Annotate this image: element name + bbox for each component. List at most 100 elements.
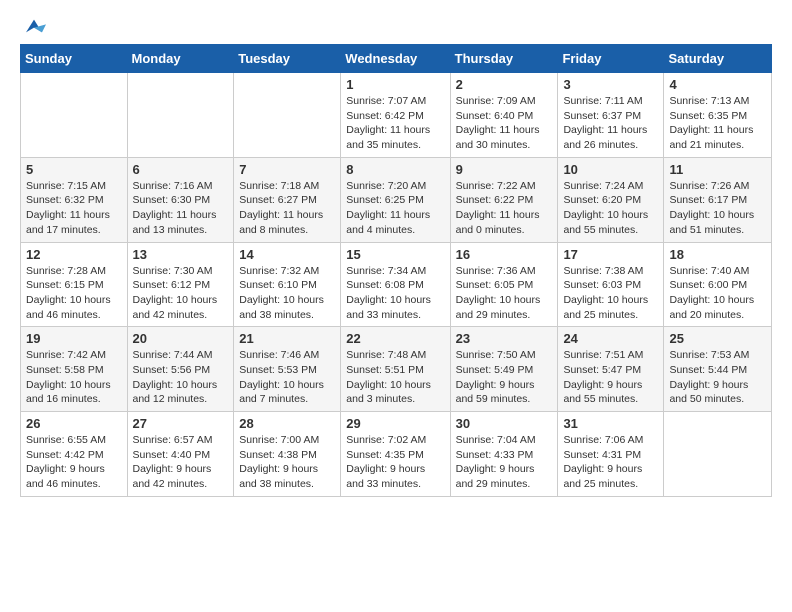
day-info: Sunrise: 7:40 AM Sunset: 6:00 PM Dayligh… [669,264,766,323]
day-info: Sunrise: 7:30 AM Sunset: 6:12 PM Dayligh… [133,264,229,323]
weekday-header-thursday: Thursday [450,45,558,73]
day-info: Sunrise: 7:15 AM Sunset: 6:32 PM Dayligh… [26,179,122,238]
day-info: Sunrise: 7:22 AM Sunset: 6:22 PM Dayligh… [456,179,553,238]
weekday-header-saturday: Saturday [664,45,772,73]
calendar-cell: 19 Sunrise: 7:42 AM Sunset: 5:58 PM Dayli… [21,327,128,412]
calendar-cell: 17Sunrise: 7:38 AM Sunset: 6:03 PM Dayli… [558,242,664,327]
day-number: 2 [456,77,553,92]
day-number: 20 [133,331,229,346]
day-number: 13 [133,247,229,262]
calendar-cell: 13 Sunrise: 7:30 AM Sunset: 6:12 PM Dayli… [127,242,234,327]
day-info: Sunrise: 7:48 AM Sunset: 5:51 PM Dayligh… [346,348,444,407]
calendar-cell: 9 Sunrise: 7:22 AM Sunset: 6:22 PM Daylig… [450,157,558,242]
weekday-header-sunday: Sunday [21,45,128,73]
day-number: 26 [26,416,122,431]
day-number: 30 [456,416,553,431]
calendar-cell: 28 Sunrise: 7:00 AM Sunset: 4:38 PM Dayli… [234,412,341,497]
week-row-1: 5 Sunrise: 7:15 AM Sunset: 6:32 PM Daylig… [21,157,772,242]
day-info: Sunrise: 7:02 AM Sunset: 4:35 PM Dayligh… [346,433,444,492]
day-number: 6 [133,162,229,177]
calendar-cell: 21Sunrise: 7:46 AM Sunset: 5:53 PM Dayli… [234,327,341,412]
day-number: 12 [26,247,122,262]
day-number: 31 [563,416,658,431]
day-info: Sunrise: 7:09 AM Sunset: 6:40 PM Dayligh… [456,94,553,153]
weekday-header-friday: Friday [558,45,664,73]
day-info: Sunrise: 7:36 AM Sunset: 6:05 PM Dayligh… [456,264,553,323]
day-number: 7 [239,162,335,177]
calendar-cell: 15 Sunrise: 7:34 AM Sunset: 6:08 PM Dayli… [341,242,450,327]
calendar-cell: 30 Sunrise: 7:04 AM Sunset: 4:33 PM Dayli… [450,412,558,497]
day-info: Sunrise: 7:04 AM Sunset: 4:33 PM Dayligh… [456,433,553,492]
calendar-cell: 24 Sunrise: 7:51 AM Sunset: 5:47 PM Dayli… [558,327,664,412]
day-info: Sunrise: 6:55 AM Sunset: 4:42 PM Dayligh… [26,433,122,492]
week-row-3: 19 Sunrise: 7:42 AM Sunset: 5:58 PM Dayli… [21,327,772,412]
day-number: 28 [239,416,335,431]
day-number: 5 [26,162,122,177]
calendar-cell: 11Sunrise: 7:26 AM Sunset: 6:17 PM Dayli… [664,157,772,242]
calendar-cell [127,73,234,158]
calendar-cell: 29 Sunrise: 7:02 AM Sunset: 4:35 PM Dayli… [341,412,450,497]
calendar-cell: 31Sunrise: 7:06 AM Sunset: 4:31 PM Dayli… [558,412,664,497]
day-info: Sunrise: 7:53 AM Sunset: 5:44 PM Dayligh… [669,348,766,407]
weekday-header-monday: Monday [127,45,234,73]
calendar-cell: 16 Sunrise: 7:36 AM Sunset: 6:05 PM Dayli… [450,242,558,327]
calendar-cell: 26 Sunrise: 6:55 AM Sunset: 4:42 PM Dayli… [21,412,128,497]
calendar-cell: 27 Sunrise: 6:57 AM Sunset: 4:40 PM Dayli… [127,412,234,497]
day-number: 14 [239,247,335,262]
calendar-cell: 12Sunrise: 7:28 AM Sunset: 6:15 PM Dayli… [21,242,128,327]
day-number: 24 [563,331,658,346]
day-info: Sunrise: 7:32 AM Sunset: 6:10 PM Dayligh… [239,264,335,323]
day-info: Sunrise: 6:57 AM Sunset: 4:40 PM Dayligh… [133,433,229,492]
day-number: 15 [346,247,444,262]
day-number: 27 [133,416,229,431]
day-info: Sunrise: 7:51 AM Sunset: 5:47 PM Dayligh… [563,348,658,407]
week-row-0: 1 Sunrise: 7:07 AM Sunset: 6:42 PM Daylig… [21,73,772,158]
day-info: Sunrise: 7:11 AM Sunset: 6:37 PM Dayligh… [563,94,658,153]
day-info: Sunrise: 7:00 AM Sunset: 4:38 PM Dayligh… [239,433,335,492]
calendar-cell: 18 Sunrise: 7:40 AM Sunset: 6:00 PM Dayli… [664,242,772,327]
day-info: Sunrise: 7:38 AM Sunset: 6:03 PM Dayligh… [563,264,658,323]
day-number: 19 [26,331,122,346]
logo [20,16,46,36]
day-number: 11 [669,162,766,177]
day-info: Sunrise: 7:44 AM Sunset: 5:56 PM Dayligh… [133,348,229,407]
day-number: 10 [563,162,658,177]
calendar-cell: 8 Sunrise: 7:20 AM Sunset: 6:25 PM Daylig… [341,157,450,242]
day-info: Sunrise: 7:24 AM Sunset: 6:20 PM Dayligh… [563,179,658,238]
calendar-cell: 10 Sunrise: 7:24 AM Sunset: 6:20 PM Dayli… [558,157,664,242]
day-number: 1 [346,77,444,92]
header [20,16,772,36]
day-number: 8 [346,162,444,177]
day-number: 3 [563,77,658,92]
week-row-2: 12Sunrise: 7:28 AM Sunset: 6:15 PM Dayli… [21,242,772,327]
day-number: 4 [669,77,766,92]
day-info: Sunrise: 7:34 AM Sunset: 6:08 PM Dayligh… [346,264,444,323]
calendar-cell [21,73,128,158]
weekday-header-row: SundayMondayTuesdayWednesdayThursdayFrid… [21,45,772,73]
day-info: Sunrise: 7:42 AM Sunset: 5:58 PM Dayligh… [26,348,122,407]
day-number: 23 [456,331,553,346]
week-row-4: 26 Sunrise: 6:55 AM Sunset: 4:42 PM Dayli… [21,412,772,497]
calendar-cell: 14 Sunrise: 7:32 AM Sunset: 6:10 PM Dayli… [234,242,341,327]
day-number: 16 [456,247,553,262]
calendar-cell: 1 Sunrise: 7:07 AM Sunset: 6:42 PM Daylig… [341,73,450,158]
day-number: 9 [456,162,553,177]
calendar-cell: 4Sunrise: 7:13 AM Sunset: 6:35 PM Daylig… [664,73,772,158]
day-info: Sunrise: 7:07 AM Sunset: 6:42 PM Dayligh… [346,94,444,153]
calendar-cell: 7 Sunrise: 7:18 AM Sunset: 6:27 PM Daylig… [234,157,341,242]
calendar-cell [664,412,772,497]
day-number: 29 [346,416,444,431]
day-info: Sunrise: 7:16 AM Sunset: 6:30 PM Dayligh… [133,179,229,238]
weekday-header-wednesday: Wednesday [341,45,450,73]
day-number: 18 [669,247,766,262]
calendar-cell: 25 Sunrise: 7:53 AM Sunset: 5:44 PM Dayli… [664,327,772,412]
day-number: 25 [669,331,766,346]
calendar-cell: 23 Sunrise: 7:50 AM Sunset: 5:49 PM Dayli… [450,327,558,412]
day-number: 21 [239,331,335,346]
day-info: Sunrise: 7:50 AM Sunset: 5:49 PM Dayligh… [456,348,553,407]
calendar-cell [234,73,341,158]
logo-bird-icon [22,16,46,36]
day-number: 22 [346,331,444,346]
day-info: Sunrise: 7:20 AM Sunset: 6:25 PM Dayligh… [346,179,444,238]
day-info: Sunrise: 7:18 AM Sunset: 6:27 PM Dayligh… [239,179,335,238]
